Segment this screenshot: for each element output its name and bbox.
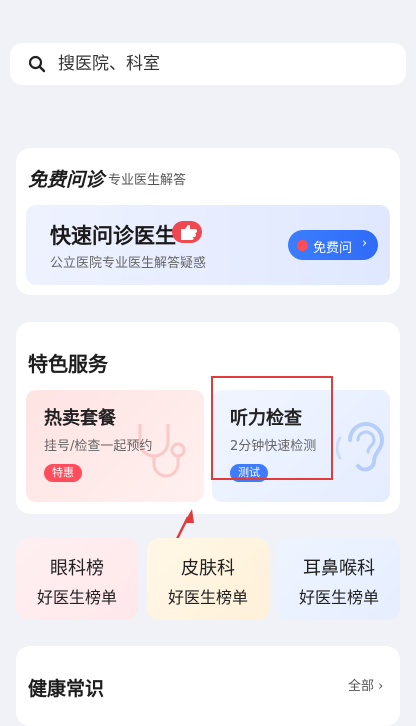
rank-card-ent[interactable]: 耳鼻喉科 好医生榜单 <box>278 538 400 620</box>
record-dot-icon <box>297 240 308 251</box>
search-icon <box>28 55 46 73</box>
view-all-link[interactable]: 全部 › <box>348 675 383 694</box>
services-title: 特色服务 <box>28 352 108 376</box>
rank-subtitle: 好医生榜单 <box>36 588 117 607</box>
chevron-right-icon: › <box>378 679 384 694</box>
view-all-label: 全部 <box>348 679 375 694</box>
rank-title: 眼科榜 <box>50 558 104 579</box>
rank-title: 皮肤科 <box>181 558 235 579</box>
consult-subtitle: 专业医生解答 <box>108 173 187 188</box>
search-input[interactable]: 搜医院、科室 <box>58 54 160 74</box>
ear-icon <box>336 422 385 472</box>
quick-consult-desc: 公立医院专业医生解答疑惑 <box>50 256 207 271</box>
thumbs-up-icon <box>172 221 202 243</box>
chevron-right-icon: › <box>362 236 368 251</box>
quick-consult-title: 快速问诊医生 <box>50 224 176 248</box>
rank-card-ophthalmology[interactable]: 眼科榜 好医生榜单 <box>16 538 138 620</box>
rank-card-dermatology[interactable]: 皮肤科 好医生榜单 <box>147 538 269 620</box>
rank-subtitle: 好医生榜单 <box>298 588 379 607</box>
annotation-highlight-box <box>211 376 333 480</box>
rank-title: 耳鼻喉科 <box>303 558 375 579</box>
hot-package-badge: 特惠 <box>44 464 82 482</box>
hot-package-desc: 挂号/检查一起预约 <box>44 439 153 454</box>
rank-subtitle: 好医生榜单 <box>167 588 248 607</box>
free-consult-label: 免费问 <box>313 241 353 256</box>
health-title: 健康常识 <box>28 678 105 700</box>
consult-title: 免费问诊 <box>28 169 105 191</box>
hot-package-title: 热卖套餐 <box>44 408 116 429</box>
